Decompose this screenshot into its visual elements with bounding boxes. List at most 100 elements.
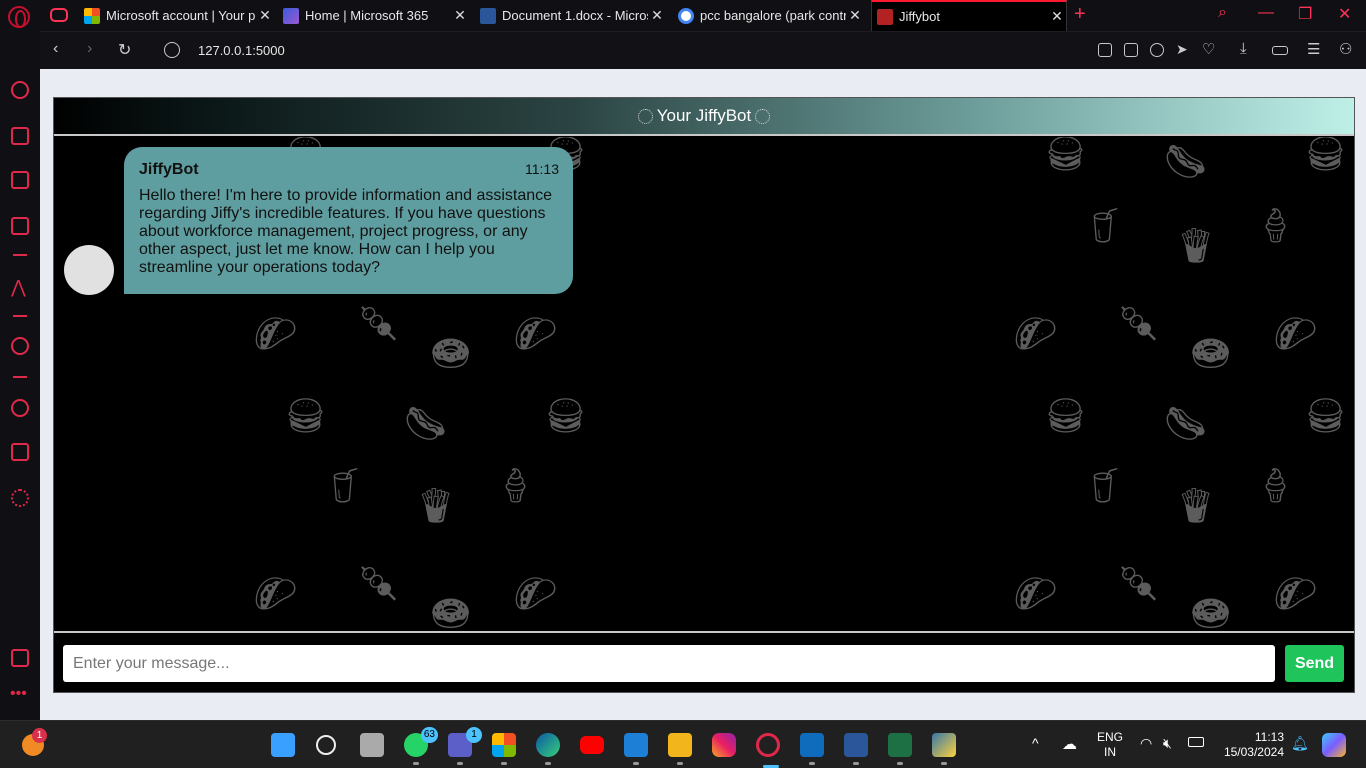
opera-sidebar: ⋀ ••• xyxy=(0,31,40,720)
burger-icon: 🍔︎ xyxy=(1304,397,1348,435)
heart-icon[interactable]: ♡ xyxy=(1202,40,1216,58)
tab-word-document[interactable]: Document 1.docx - Microso ✕ xyxy=(480,0,666,31)
restore-icon[interactable]: ❐ xyxy=(1298,4,1312,24)
taco-icon: 🌮︎ xyxy=(1014,315,1058,353)
windows-taskbar: 1 63 1 ^ ☁ ENG IN ◠ 🔇︎ 11:13 15/03/2024 … xyxy=(0,720,1366,768)
language-indicator[interactable]: ENG IN xyxy=(1094,730,1126,760)
burger-icon: 🍔︎ xyxy=(1044,397,1088,435)
sidebar-divider xyxy=(13,254,27,256)
reload-icon[interactable]: ↻ xyxy=(118,40,131,60)
instagram-icon[interactable] xyxy=(712,733,736,757)
battery-icon[interactable] xyxy=(1188,737,1204,747)
popsicle-icon: 🍡︎ xyxy=(357,305,401,343)
tab-microsoft-365[interactable]: Home | Microsoft 365 ✕ xyxy=(283,0,469,31)
speaker-muted-icon[interactable]: 🔇︎ xyxy=(1163,735,1172,752)
speed-dial-icon[interactable] xyxy=(11,81,29,99)
onedrive-icon[interactable]: ☁ xyxy=(1062,735,1077,753)
profile-icon[interactable]: ⚇ xyxy=(1339,40,1353,58)
fries-icon: 🍟︎ xyxy=(414,487,458,525)
twitch-icon[interactable] xyxy=(11,171,29,189)
edit-icon[interactable] xyxy=(1098,43,1112,57)
close-tab-icon[interactable]: ✕ xyxy=(648,7,666,24)
word-icon[interactable] xyxy=(844,733,868,765)
search-tabs-icon[interactable]: ⌕ xyxy=(1218,4,1227,22)
wallpaper-icon[interactable] xyxy=(11,649,29,667)
gx-control-icon[interactable] xyxy=(11,217,29,235)
gamepad-icon[interactable] xyxy=(50,8,68,22)
chevron-up-icon[interactable]: ^ xyxy=(1032,735,1039,751)
microsoft-logo-icon xyxy=(84,7,100,24)
opera-logo-icon[interactable] xyxy=(8,6,30,28)
word-icon xyxy=(480,7,496,24)
close-tab-icon[interactable]: ✕ xyxy=(846,7,864,24)
microsoft-store-icon[interactable] xyxy=(492,733,516,765)
extensions-icon[interactable] xyxy=(11,443,29,461)
popsicle-icon: 🍡︎ xyxy=(1117,565,1161,603)
search-icon[interactable] xyxy=(316,735,336,755)
ice-cream-cone-icon: 🍦︎ xyxy=(1254,467,1298,505)
player-icon[interactable] xyxy=(11,337,29,355)
settings-icon[interactable] xyxy=(11,489,29,507)
opera-gx-icon[interactable] xyxy=(756,733,780,768)
forward-icon[interactable]: › xyxy=(87,40,92,58)
notification-bell-icon[interactable]: 🔔︎ xyxy=(1291,735,1309,752)
drink-cup-icon: 🥤︎ xyxy=(324,467,368,505)
clock[interactable]: 11:13 15/03/2024 xyxy=(1214,730,1284,760)
url-field[interactable]: 127.0.0.1:5000 xyxy=(198,43,285,58)
close-tab-icon[interactable]: ✕ xyxy=(256,7,274,24)
whatsapp-icon[interactable]: 63 xyxy=(404,727,438,765)
burger-icon: 🍔︎ xyxy=(1304,137,1348,173)
hotdog-icon: 🌭︎ xyxy=(1164,405,1208,443)
close-tab-icon[interactable]: ✕ xyxy=(1048,8,1066,25)
snapshot-icon[interactable] xyxy=(1124,43,1138,57)
youtube-icon[interactable] xyxy=(580,736,604,754)
new-tab-icon[interactable]: + xyxy=(1074,3,1086,26)
tab-jiffybot[interactable]: Jiffybot ✕ xyxy=(871,0,1067,31)
fries-icon: 🍟︎ xyxy=(1174,227,1218,265)
teams-icon[interactable]: 1 xyxy=(448,727,482,765)
mail-icon[interactable] xyxy=(624,733,648,765)
google-icon xyxy=(678,7,694,24)
hotdog-icon: 🌭︎ xyxy=(1164,143,1208,181)
send-icon[interactable]: ➤ xyxy=(1176,41,1190,57)
easy-setup-icon[interactable]: ☰ xyxy=(1307,40,1321,58)
ice-cream-cone-icon: 🍦︎ xyxy=(494,467,538,505)
fries-icon: 🍟︎ xyxy=(1174,487,1218,525)
burger-icon: 🍔︎ xyxy=(544,397,588,435)
edge-icon[interactable] xyxy=(536,733,560,765)
browser-tab-strip: Microsoft account | Your pr ✕ Home | Mic… xyxy=(0,0,1366,31)
download-icon[interactable]: ⤓ xyxy=(1240,40,1254,57)
message-input[interactable] xyxy=(63,645,1275,682)
message-sender: JiffyBot xyxy=(139,161,199,178)
tab-microsoft-account[interactable]: Microsoft account | Your pr ✕ xyxy=(84,0,274,31)
close-window-icon[interactable]: ✕ xyxy=(1338,4,1351,24)
adblock-icon[interactable] xyxy=(1150,43,1164,57)
close-tab-icon[interactable]: ✕ xyxy=(451,7,469,24)
file-explorer-icon[interactable] xyxy=(668,733,692,765)
wifi-icon[interactable]: ◠ xyxy=(1140,735,1152,752)
hotdog-icon: 🌭︎ xyxy=(404,405,448,443)
address-bar: ‹ › ↻ 127.0.0.1:5000 ➤ ♡ ⤓ ☰ ⚇ xyxy=(40,31,1366,69)
more-icon[interactable]: ••• xyxy=(10,685,27,703)
outlook-icon[interactable] xyxy=(800,733,824,765)
copilot-icon[interactable] xyxy=(1322,733,1346,757)
python-icon[interactable] xyxy=(932,733,956,765)
tab-google-search[interactable]: pcc bangalore (park contro ✕ xyxy=(678,0,864,31)
taco-icon: 🌮︎ xyxy=(514,575,558,613)
drink-cup-icon: 🥤︎ xyxy=(1084,467,1128,505)
message-time: 11:13 xyxy=(525,161,559,177)
taco-icon: 🌮︎ xyxy=(1274,315,1318,353)
history-icon[interactable] xyxy=(11,399,29,417)
workspaces-icon[interactable] xyxy=(11,127,29,145)
excel-icon[interactable] xyxy=(888,733,912,765)
site-info-icon[interactable] xyxy=(164,42,180,58)
taco-icon: 🌮︎ xyxy=(1274,575,1318,613)
minimize-icon[interactable]: — xyxy=(1258,4,1274,22)
aria-icon[interactable]: ⋀ xyxy=(11,277,29,297)
jiffybot-favicon-icon xyxy=(877,8,893,25)
task-view-icon[interactable] xyxy=(360,733,384,757)
send-button[interactable]: Send xyxy=(1285,645,1344,682)
back-icon[interactable]: ‹ xyxy=(53,40,58,58)
battery-saver-icon[interactable] xyxy=(1272,46,1288,55)
start-icon[interactable] xyxy=(271,733,295,757)
